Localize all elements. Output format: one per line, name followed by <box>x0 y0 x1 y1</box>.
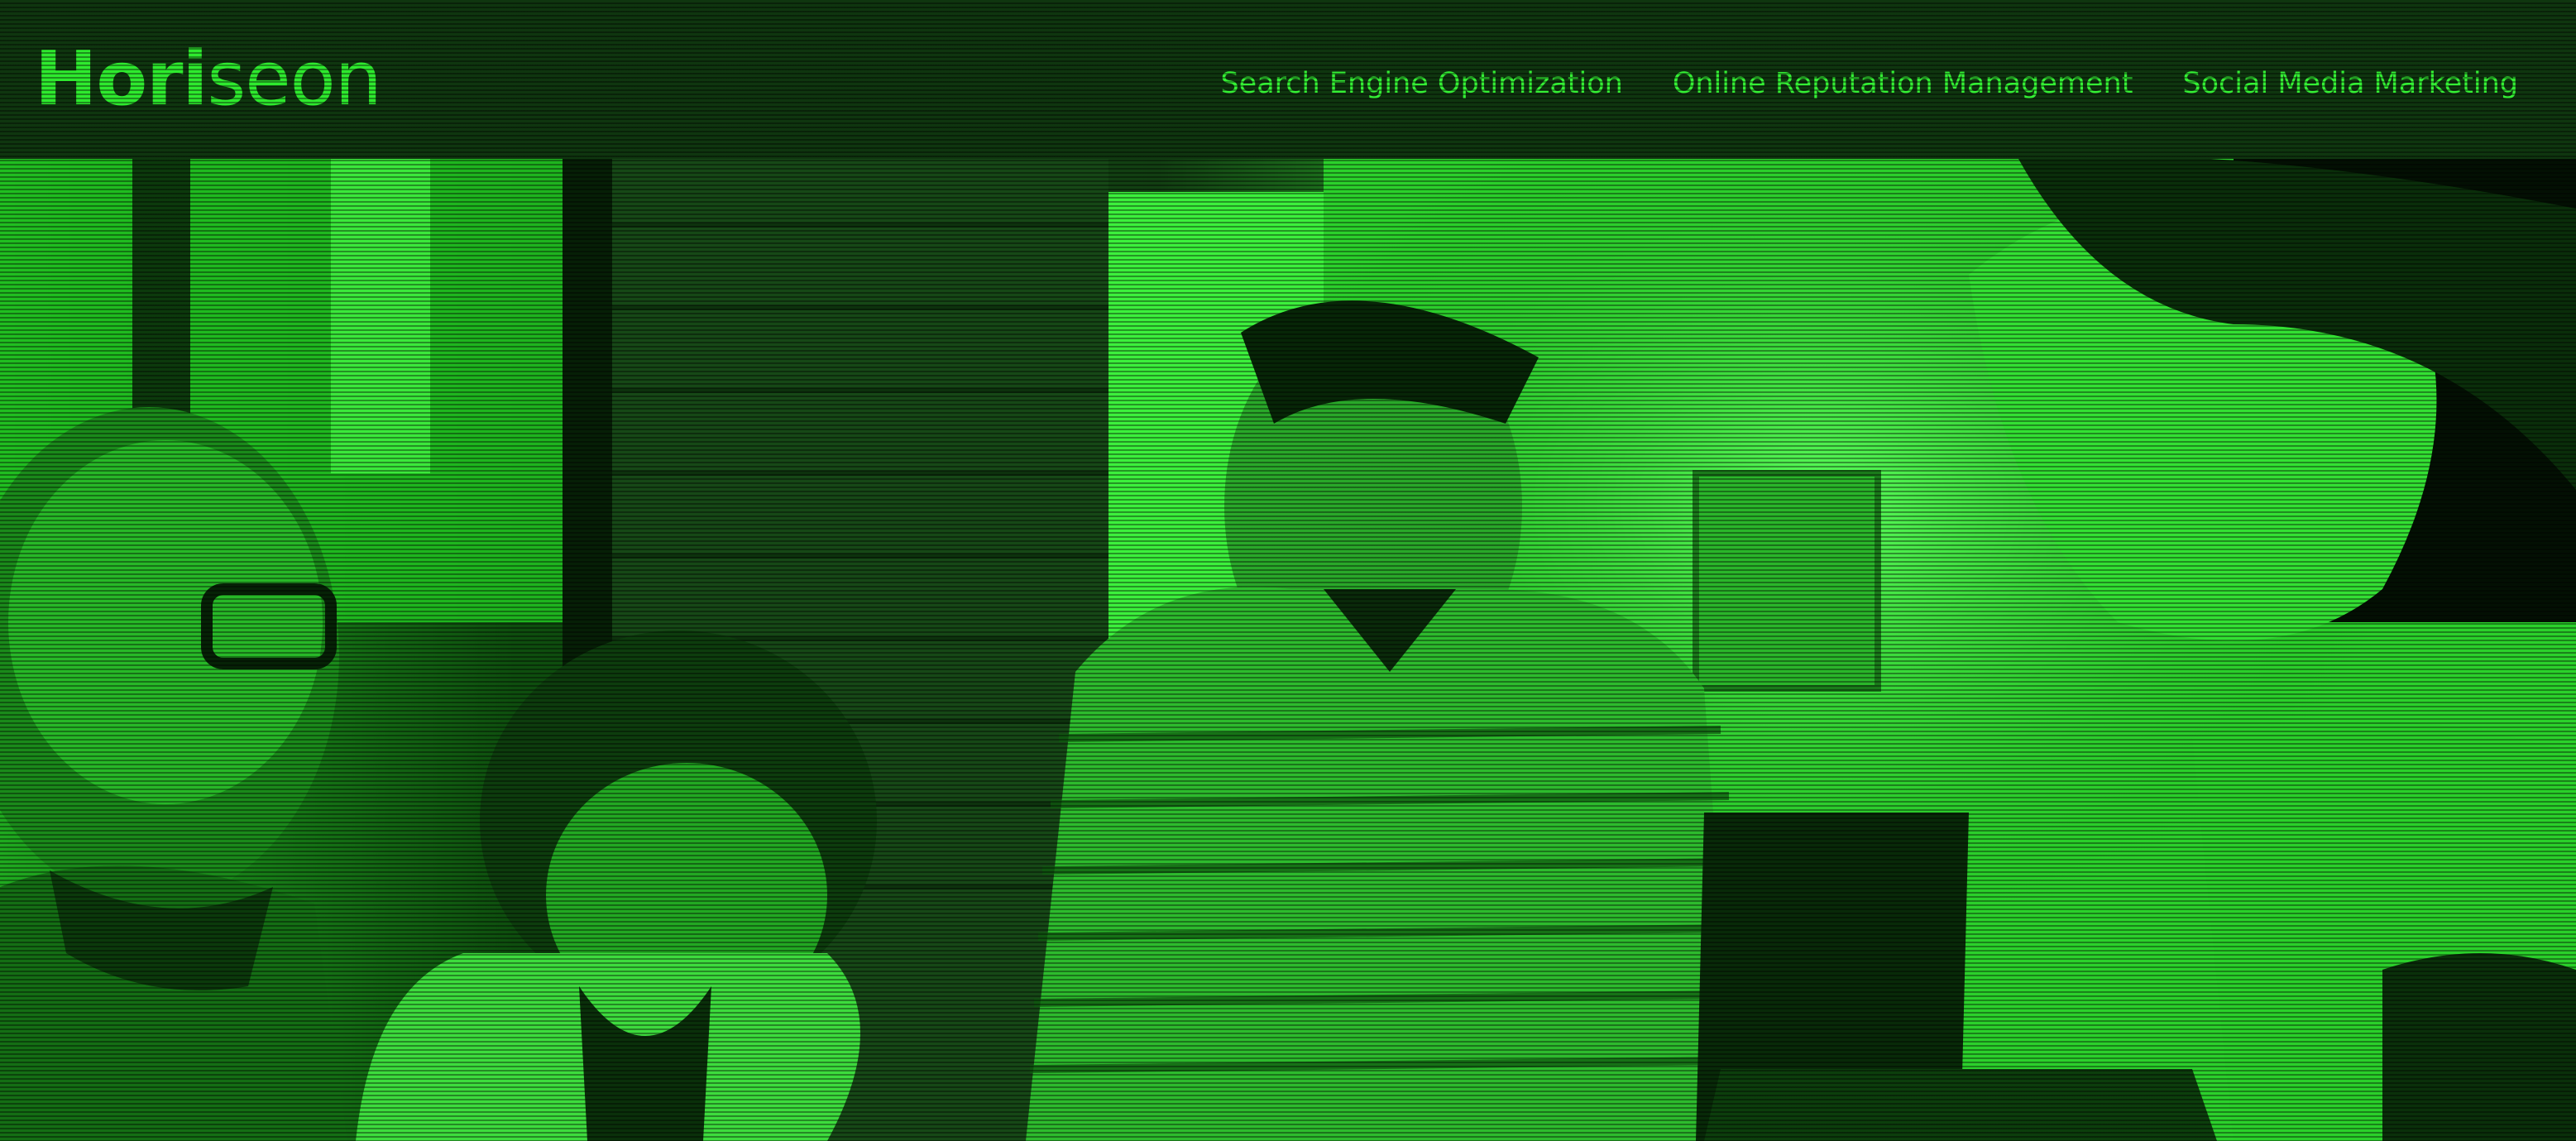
site-logo[interactable]: Horiseon <box>35 42 382 117</box>
page: Horiseon Search Engine Optimization Onli… <box>0 0 2576 1141</box>
hero-photo-illustration <box>0 159 2576 1141</box>
logo-text-primary: Hori <box>35 36 208 122</box>
nav-link-search-engine-optimization[interactable]: Search Engine Optimization <box>1220 67 1622 100</box>
site-header: Horiseon Search Engine Optimization Onli… <box>0 0 2576 159</box>
main-nav: Search Engine Optimization Online Reputa… <box>1220 67 2518 100</box>
hero-image <box>0 159 2576 1141</box>
logo-text-secondary: seon <box>207 36 381 122</box>
nav-link-online-reputation-management[interactable]: Online Reputation Management <box>1673 67 2133 100</box>
nav-link-social-media-marketing[interactable]: Social Media Marketing <box>2182 67 2518 100</box>
